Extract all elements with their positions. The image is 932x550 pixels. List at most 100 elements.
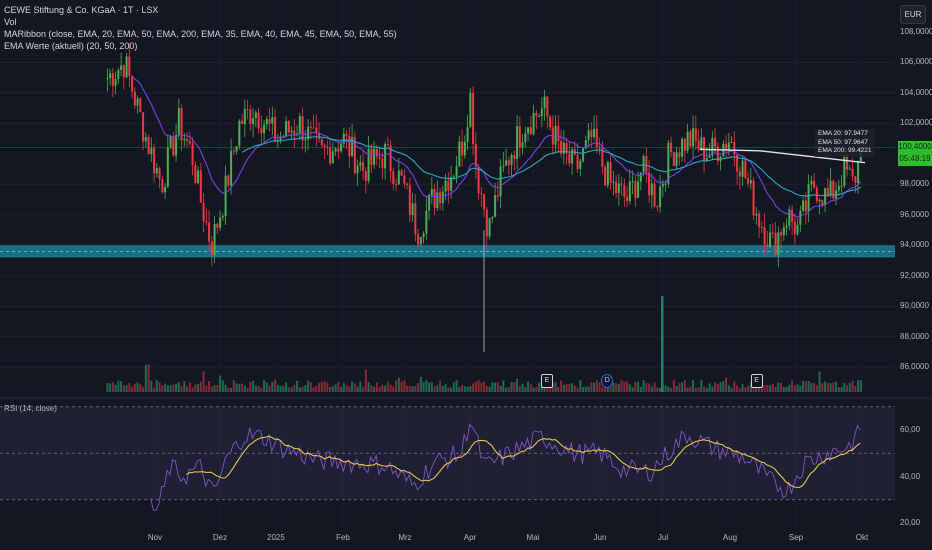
volume-bar (560, 380, 563, 392)
candle-body (752, 180, 755, 216)
volume-bar (320, 381, 323, 392)
candle-body (854, 176, 857, 183)
candle-body (546, 96, 549, 117)
volume-bar (331, 386, 334, 392)
candle-body (848, 168, 851, 170)
candle-body (430, 188, 433, 196)
candle-body (664, 183, 667, 185)
volume-bar (791, 380, 794, 392)
volume-bar (582, 387, 585, 392)
candle-body (510, 155, 513, 165)
volume-bar (637, 381, 640, 392)
volume-bar (664, 385, 667, 392)
candle-body (507, 160, 510, 165)
candle-body (406, 183, 409, 186)
earnings-marker[interactable]: E (540, 374, 553, 388)
candle-body (813, 180, 816, 188)
volume-bar (615, 383, 618, 392)
volume-bar (276, 384, 279, 392)
price-chart[interactable] (0, 0, 932, 550)
candle-body (106, 78, 109, 80)
volume-bar (334, 384, 337, 392)
candle-body (549, 116, 552, 128)
volume-bar (417, 383, 420, 392)
price-tick-label: 94,0000 (900, 240, 929, 250)
price-tick-label: 92,0000 (900, 270, 929, 280)
candle-body (590, 130, 593, 138)
volume-bar (249, 381, 252, 392)
volume-bar (516, 378, 519, 392)
time-tick-label: Dez (212, 533, 228, 542)
volume-indicator-label[interactable]: Vol (4, 16, 397, 28)
volume-bar (111, 382, 114, 392)
candle-body (681, 138, 684, 157)
volume-bar (557, 386, 560, 392)
volume-bar (645, 382, 648, 392)
volume-bar (813, 382, 816, 392)
volume-bar (230, 387, 233, 392)
candle-body (524, 133, 527, 143)
candle-body (287, 121, 290, 133)
candle-body (469, 92, 472, 128)
candle-body (626, 196, 629, 202)
volume-bar (109, 383, 112, 392)
earnings-marker[interactable]: E (750, 374, 763, 388)
candle-body (466, 127, 469, 142)
volume-bar (458, 387, 461, 392)
volume-bar (323, 381, 326, 392)
candle-body (441, 191, 444, 204)
volume-bar (667, 386, 670, 392)
candle-body (238, 120, 241, 147)
rsi-indicator-label[interactable]: RSI (14, close) (4, 404, 57, 413)
candle-body (634, 181, 637, 198)
candle-body (733, 142, 736, 155)
volume-bar (232, 380, 235, 392)
volume-bar (815, 385, 818, 392)
candle-body (521, 142, 524, 148)
time-tick-label: Feb (336, 533, 350, 542)
candle-body (631, 181, 634, 183)
volume-bar (727, 385, 730, 392)
price-tick-label: 106,0000 (900, 57, 932, 67)
time-tick-label: Mai (526, 533, 540, 542)
candle-body (133, 91, 136, 106)
candle-body (373, 148, 376, 165)
volume-bar (133, 383, 136, 392)
candle-body (384, 144, 387, 169)
candle-body (304, 139, 307, 141)
ema50-value: EMA 50: 97.9647 (818, 138, 868, 146)
candle-body (538, 116, 541, 118)
volume-bar (389, 384, 392, 392)
candle-body (771, 232, 774, 234)
volume-bar (455, 380, 458, 392)
volume-bar (733, 381, 736, 392)
candle-body (670, 142, 673, 153)
candle-body (582, 148, 585, 161)
time-tick-label: Aug (722, 533, 738, 542)
currency-button[interactable]: EUR (900, 5, 926, 24)
candle-body (502, 165, 505, 167)
candle-body (186, 138, 189, 142)
volume-bar (180, 385, 183, 392)
volume-bar (285, 382, 288, 392)
volume-bar (287, 387, 290, 392)
candle-body (488, 218, 491, 237)
candle-body (697, 140, 700, 150)
candle-body (301, 116, 304, 141)
maribbon-indicator-label[interactable]: MARibbon (close, EMA, 20, EMA, 50, EMA, … (4, 28, 397, 40)
volume-bar (164, 383, 167, 392)
candle-body (221, 216, 224, 218)
candle-body (741, 160, 744, 177)
ema-values-indicator-label[interactable]: EMA Werte (aktuell) (20, 50, 200) (4, 40, 397, 52)
volume-bar (290, 387, 293, 392)
candle-body (829, 180, 832, 196)
candle-body (579, 160, 582, 170)
candle-body (279, 136, 282, 141)
candle-body (593, 128, 596, 138)
candle-body (293, 130, 296, 135)
candle-body (774, 232, 777, 255)
volume-bar (271, 382, 274, 392)
price-tick-label: 104,0000 (900, 87, 932, 97)
volume-bar (235, 383, 238, 392)
time-tick-label: Apr (463, 533, 477, 542)
